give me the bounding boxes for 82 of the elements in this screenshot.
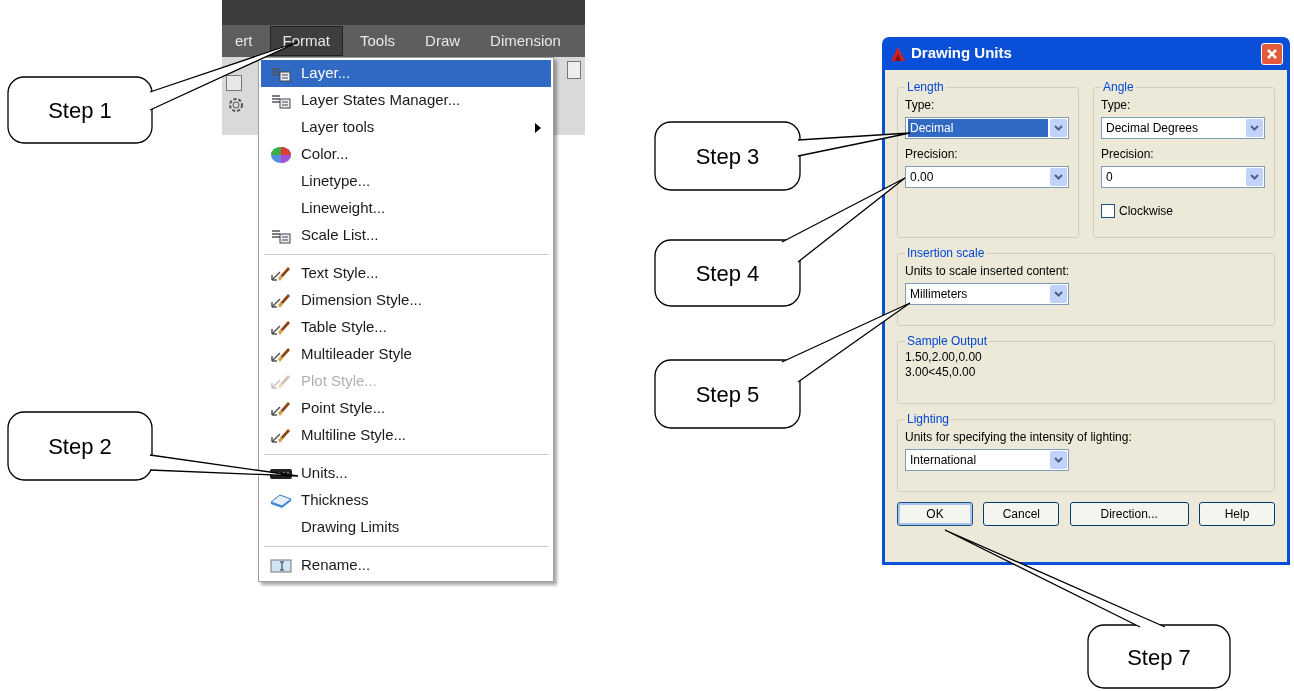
dropdown-field[interactable]: International (905, 449, 1069, 471)
menu-bar-item[interactable]: Format (269, 25, 344, 57)
menu-item[interactable]: Lineweight... (261, 195, 551, 222)
callout-label: Step 2 (48, 432, 112, 461)
dropdown-arrow-button[interactable] (1050, 119, 1067, 137)
dropdown-arrow-button[interactable] (1246, 119, 1263, 137)
dialog-button[interactable]: Help (1199, 502, 1275, 526)
menu-item[interactable]: Layer... (261, 60, 551, 87)
dialog-button[interactable]: Cancel (983, 502, 1060, 526)
toolbar-icon[interactable] (226, 75, 242, 91)
color-wheel-icon (270, 145, 292, 164)
chevron-down-icon (1054, 174, 1063, 180)
chevron-down-icon (1054, 125, 1063, 131)
chevron-down-icon (1054, 291, 1063, 297)
dropdown-value: 0.00 (909, 169, 935, 186)
menu-item[interactable]: Multileader Style (261, 341, 551, 368)
dropdown-arrow-button[interactable] (1050, 451, 1067, 469)
callout-label: Step 3 (695, 142, 760, 171)
menu-item[interactable]: Layer States Manager... (261, 87, 551, 114)
dialog-button[interactable]: Direction... (1069, 502, 1189, 526)
dropdown-arrow-button[interactable] (1246, 168, 1263, 186)
close-button[interactable] (1261, 42, 1283, 65)
menu-item[interactable]: Dimension Style... (261, 287, 551, 314)
group-title: Length (906, 79, 945, 96)
menu-bar-item[interactable]: Draw (412, 25, 474, 57)
dropdown-arrow-button[interactable] (1050, 285, 1067, 303)
dropdown-field[interactable]: Decimal Degrees (1101, 117, 1265, 139)
field-label: Type: (1101, 97, 1132, 114)
dropdown-value: Decimal Degrees (1105, 120, 1200, 137)
field-label: Units to scale inserted content: (905, 263, 1071, 280)
dropdown-value: Millimeters (909, 286, 969, 303)
group-title: Angle (1102, 79, 1135, 96)
menu-item[interactable]: Drawing Limits (261, 514, 551, 541)
field-label: Precision: (905, 146, 959, 163)
dropdown-arrow-button[interactable] (1050, 168, 1067, 186)
menu-item[interactable]: Rename... (261, 552, 551, 579)
dropdown-value: 0 (1105, 169, 1114, 186)
callout-label: Step 7 (1127, 643, 1191, 672)
callout-label: Step 1 (48, 96, 112, 125)
menu-item[interactable]: Table Style... (261, 314, 551, 341)
callout-label: Step 5 (695, 380, 760, 409)
dropdown-field[interactable]: 0 (1101, 166, 1265, 188)
checkbox[interactable] (1101, 204, 1115, 218)
dropdown-field[interactable]: 0.00 (905, 166, 1069, 188)
toolbar-icon[interactable] (567, 61, 581, 79)
sample-output-line: 1.50,2.00,0.00 (905, 350, 983, 365)
close-icon (1266, 47, 1278, 60)
text-cursor-icon (270, 558, 292, 573)
dropdown-value: International (909, 452, 978, 469)
submenu-arrow-icon (535, 122, 541, 133)
menu-item[interactable]: Multiline Style... (261, 422, 551, 449)
group-title: Insertion scale (906, 245, 986, 262)
dialog-button[interactable]: OK (897, 502, 973, 526)
dropdown-value: Decimal (908, 119, 1048, 137)
chevron-down-icon (1250, 125, 1259, 131)
gear-icon[interactable] (226, 95, 246, 115)
field-label: Precision: (1101, 146, 1155, 163)
checkbox-label: Clockwise (1119, 203, 1173, 220)
group-title: Sample Output (906, 333, 989, 350)
dropdown-field[interactable]: Decimal (905, 117, 1069, 139)
menu-item[interactable]: Thickness (261, 487, 551, 514)
menu-item[interactable]: Linetype... (261, 168, 551, 195)
chevron-down-icon (1250, 174, 1259, 180)
slab-icon (270, 492, 292, 509)
sample-output-line: 3.00<45,0.00 (905, 365, 977, 380)
menu-item[interactable]: Scale List... (261, 222, 551, 249)
menu-item[interactable]: Layer tools (261, 114, 551, 141)
menu-item[interactable]: Units... (261, 460, 551, 487)
field-label: Type: (905, 97, 936, 114)
menu-item[interactable]: Text Style... (261, 260, 551, 287)
ruler-icon (270, 467, 292, 480)
dropdown-field[interactable]: Millimeters (905, 283, 1069, 305)
menu-bar-item[interactable]: Tools (347, 25, 409, 57)
window-title: Drawing Units (911, 43, 1013, 64)
menu-bar-item[interactable]: ert (222, 25, 266, 57)
field-label: Units for specifying the intensity of lighting: (905, 429, 1133, 446)
callout-label: Step 4 (695, 259, 760, 288)
group-title: Lighting (906, 411, 951, 428)
menu-item[interactable]: Point Style... (261, 395, 551, 422)
menu-bar-item[interactable]: Dimension (477, 25, 574, 57)
menu-item[interactable]: Color... (261, 141, 551, 168)
chevron-down-icon (1054, 457, 1063, 463)
